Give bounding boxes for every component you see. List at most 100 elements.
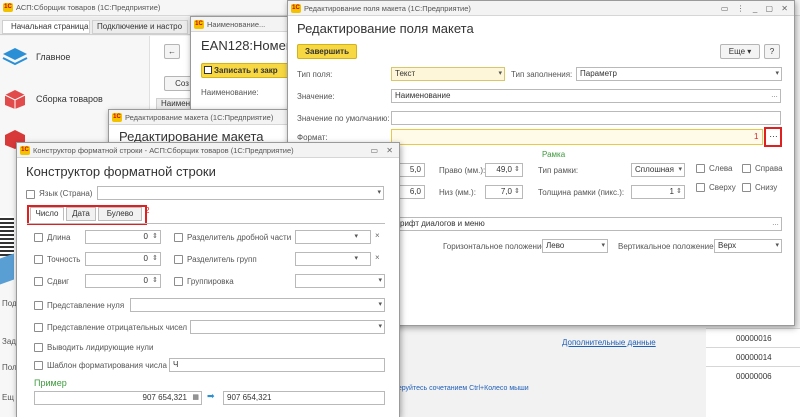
right-label: Право (мм.): [439, 166, 486, 175]
example-input[interactable]: 907 654,321 ▦ [34, 391, 202, 405]
name-column-label: Наимен [161, 99, 191, 108]
sidebar-item-main[interactable]: Главное [0, 44, 148, 70]
example-output-value: 907 654,321 [227, 393, 272, 402]
chevron-down-icon: ▾ [601, 242, 605, 249]
font-value: рифт диалогов и меню [400, 219, 485, 228]
zero-repr-select[interactable]: ▾ [130, 298, 385, 312]
window-controls[interactable]: ▭ ✕ [371, 143, 396, 157]
chevron-down-icon: ▾ [775, 242, 779, 249]
more-label: Еще [728, 47, 746, 56]
create-button-label: Соз [175, 79, 189, 88]
value-field[interactable]: Наименование… [391, 89, 781, 103]
left-value-field-2[interactable]: 6,0 [399, 185, 425, 199]
tab-home-label: Начальная страница [11, 22, 89, 31]
format-titlebar: 1С Конструктор форматной строки - АСП:Сб… [17, 143, 399, 158]
calculator-icon: ▦ [192, 394, 199, 401]
field-titlebar-text: Редактирование поля макета (1С:Предприят… [304, 4, 471, 13]
field-type-value: Текст [395, 69, 416, 78]
vertical-position-select[interactable]: Верх ▾ [714, 239, 782, 253]
neg-repr-select[interactable]: ▾ [190, 320, 385, 334]
example-output: 907 654,321 [223, 391, 385, 405]
horizontal-position-select[interactable]: Лево ▾ [542, 239, 608, 253]
side-bottom-label: Снизу [755, 183, 778, 192]
grouping-checkbox[interactable] [174, 277, 183, 286]
right-value-field[interactable]: 49,0 ⇕ [485, 163, 523, 177]
frame-thickness-field[interactable]: 1 ⇕ [631, 185, 685, 199]
fill-type-select[interactable]: Параметр ▾ [576, 67, 782, 81]
chevron-down-icon: ▾ [378, 323, 382, 330]
clear-icon[interactable]: × [375, 231, 380, 240]
fill-type-label: Тип заполнения: [511, 70, 573, 79]
default-value-field[interactable] [391, 111, 781, 125]
stepper-icon: ⇕ [152, 233, 158, 240]
zero-repr-checkbox[interactable] [34, 301, 43, 310]
left-value: 5,0 [409, 165, 421, 174]
stack-icon [2, 48, 28, 66]
side-left-checkbox[interactable] [696, 164, 705, 173]
decimal-sep-select[interactable]: ▾ [295, 230, 371, 244]
shift-checkbox[interactable] [34, 277, 43, 286]
finish-label: Завершить [304, 47, 350, 56]
precision-field[interactable]: 0 ⇕ [85, 252, 161, 266]
field-type-select[interactable]: Текст ▾ [391, 67, 505, 81]
list-item[interactable]: 00000006 [736, 372, 772, 381]
back-button[interactable]: ← [164, 44, 180, 59]
tab-home[interactable]: Начальная страница [2, 20, 90, 34]
group-sep-label: Разделитель групп [187, 255, 257, 264]
side-top-checkbox[interactable] [696, 183, 705, 192]
precision-label: Точность [47, 255, 81, 264]
length-label: Длина [47, 233, 71, 242]
main-title: АСП:Сборщик товаров (1С:Предприятие) [16, 3, 161, 12]
leading-zeros-checkbox[interactable] [34, 343, 43, 352]
write-close-button[interactable]: Записать и закр [201, 63, 291, 78]
list-item[interactable]: 00000014 [736, 353, 772, 362]
bottom-value-field[interactable]: 7,0 ⇕ [485, 185, 523, 199]
decimal-sep-checkbox[interactable] [174, 233, 183, 242]
template-field[interactable]: Ч [169, 358, 385, 372]
length-field[interactable]: 0 ⇕ [85, 230, 161, 244]
format-titlebar-text: Конструктор форматной строки - АСП:Сборщ… [33, 146, 294, 155]
finish-button[interactable]: Завершить [297, 44, 357, 59]
side-bottom-checkbox[interactable] [742, 183, 751, 192]
language-select[interactable]: ▾ [97, 186, 384, 200]
left-label-1: Под [2, 299, 17, 308]
app-logo-icon: 1С [3, 3, 13, 12]
shift-label: Сдвиг [47, 277, 70, 286]
language-label: Язык (Страна) [39, 189, 93, 198]
grouping-select[interactable]: ▾ [295, 274, 385, 288]
barcode-icon [0, 216, 14, 256]
box-icon [4, 90, 26, 109]
example-title: Пример [34, 378, 67, 388]
tab-connection[interactable]: Подключение и настро [92, 20, 188, 34]
more-data-link[interactable]: Дополнительные данные [562, 338, 656, 347]
language-checkbox[interactable] [26, 190, 35, 199]
group-sep-select[interactable]: ▾ [295, 252, 371, 266]
format-field[interactable] [391, 129, 763, 145]
length-checkbox[interactable] [34, 233, 43, 242]
template-checkbox[interactable] [34, 361, 43, 370]
more-button[interactable]: Еще ▾ [720, 44, 760, 59]
frame-type-label: Тип рамки: [538, 166, 579, 175]
side-right-checkbox[interactable] [742, 164, 751, 173]
bottom-label: Низ (мм.): [439, 188, 476, 197]
arrow-right-icon: ➡ [207, 391, 215, 401]
frame-type-select[interactable]: Сплошная ▾ [631, 163, 685, 177]
chevron-down-icon: ▾ [377, 189, 381, 196]
clear-icon[interactable]: × [375, 253, 380, 262]
bottom-value: 7,0 [500, 187, 512, 196]
window-controls[interactable]: ▭ ⋮ _ ▢ ✕ [721, 1, 791, 15]
font-field[interactable]: рифт диалогов и меню… [396, 217, 782, 231]
list-item[interactable]: 00000016 [736, 334, 772, 343]
help-button[interactable]: ? [764, 44, 780, 59]
precision-checkbox[interactable] [34, 255, 43, 264]
layout-titlebar-text: Редактирование макета (1С:Предприятие) [125, 113, 274, 122]
left-value-field[interactable]: 5,0 [399, 163, 425, 177]
stepper-icon: ⇕ [514, 188, 520, 195]
frame-title: Рамка [542, 150, 566, 159]
shift-field[interactable]: 0 ⇕ [85, 274, 161, 288]
horizontal-position-label: Горизонтальное положение: [443, 242, 549, 251]
format-ellipsis-button[interactable]: … [769, 129, 778, 139]
main-tabbar: Начальная страница Подключение и настро [0, 17, 190, 35]
group-sep-checkbox[interactable] [174, 255, 183, 264]
neg-repr-checkbox[interactable] [34, 323, 43, 332]
